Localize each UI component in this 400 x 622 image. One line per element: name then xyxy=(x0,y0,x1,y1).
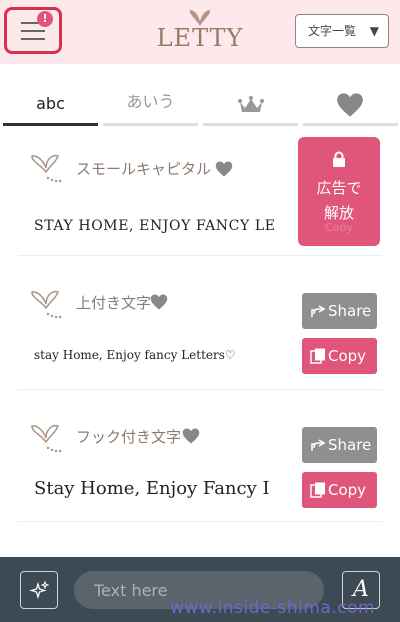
share-label: Share xyxy=(328,436,372,454)
share-button[interactable]: Share xyxy=(302,427,377,463)
character-list-label: 文字一覧 xyxy=(308,24,357,38)
butterfly-ornament-icon xyxy=(31,154,62,183)
ghost-copy-label: Copy xyxy=(325,221,353,234)
unlock-label-line2: 解放 xyxy=(323,204,354,222)
app-header: ! LETTY 文字一覧 ▼ xyxy=(0,0,400,64)
heart-icon[interactable] xyxy=(150,293,168,311)
tab-hiragana[interactable]: あいう xyxy=(103,86,198,126)
butterfly-ornament-icon xyxy=(31,290,62,319)
menu-button[interactable]: ! xyxy=(4,7,62,54)
tab-abc[interactable]: abc xyxy=(3,86,98,126)
share-label: Share xyxy=(328,302,372,320)
tab-underline xyxy=(103,123,198,126)
sample-text: stay Home, Enjoy fancy Letters♡ xyxy=(34,348,236,362)
menu-icon-bar xyxy=(21,30,45,32)
lock-icon xyxy=(333,151,345,167)
style-name: フック付き文字 xyxy=(76,428,182,446)
share-icon xyxy=(311,439,326,451)
tab-abc-label: abc xyxy=(36,94,65,113)
copy-button[interactable]: Copy xyxy=(302,472,377,508)
copy-label: Copy xyxy=(328,481,367,499)
copy-icon xyxy=(310,482,325,498)
chevron-down-icon: ▼ xyxy=(369,24,379,38)
tab-hiragana-label: あいう xyxy=(126,92,175,111)
sparkle-button[interactable] xyxy=(20,571,58,609)
tab-favorites[interactable] xyxy=(303,86,398,126)
tab-underline xyxy=(303,123,398,126)
heart-icon[interactable] xyxy=(182,427,200,445)
tab-underline xyxy=(3,123,98,126)
crown-icon xyxy=(238,96,264,112)
share-button[interactable]: Share xyxy=(302,293,377,329)
style-name: 上付き文字 xyxy=(76,294,152,312)
copy-icon xyxy=(310,348,325,364)
tab-crown[interactable] xyxy=(203,86,298,126)
copy-label: Copy xyxy=(328,347,367,365)
app-logo: LETTY xyxy=(155,8,245,56)
style-name: スモールキャピタル xyxy=(76,160,212,178)
unlock-with-ad-button[interactable]: 広告で 解放 Copy xyxy=(298,137,380,246)
tab-underline xyxy=(203,123,298,126)
sample-text: STAY HOME, ENJOY FANCY LE xyxy=(34,218,276,234)
sparkle-icon xyxy=(29,580,50,600)
unlock-label-line1: 広告で xyxy=(316,179,362,197)
butterfly-ornament-icon xyxy=(31,424,62,453)
copy-button[interactable]: Copy xyxy=(302,338,377,374)
character-list-dropdown[interactable]: 文字一覧 ▼ xyxy=(295,14,389,48)
logo-text: LETTY xyxy=(156,24,244,52)
watermark: www.inside-shima.com xyxy=(170,598,376,618)
share-icon xyxy=(311,305,326,317)
menu-icon-bar xyxy=(21,38,45,40)
sample-text: Stay Home, Enjoy Fancy I xyxy=(34,478,270,499)
heart-icon xyxy=(337,93,363,117)
heart-icon[interactable] xyxy=(215,160,233,178)
notification-badge: ! xyxy=(37,11,53,27)
